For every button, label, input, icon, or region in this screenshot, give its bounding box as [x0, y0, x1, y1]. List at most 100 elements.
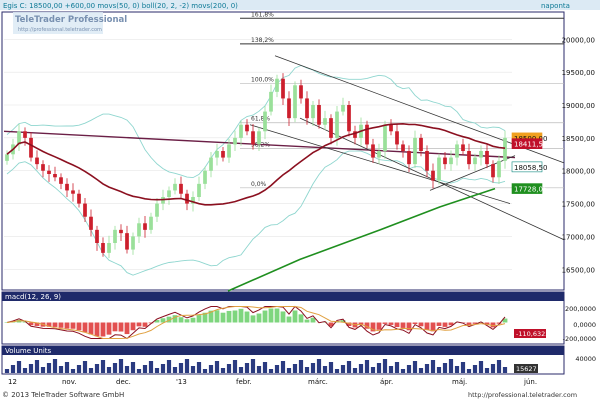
- volume-bar: [346, 361, 352, 373]
- macd-histogram-bar: [178, 317, 184, 323]
- volume-bar: [214, 361, 220, 373]
- fib-label: 61,8%: [251, 116, 270, 123]
- candle-body: [107, 243, 111, 253]
- macd-histogram-bar: [226, 310, 232, 323]
- candle-body: [89, 216, 93, 230]
- volume-bar: [430, 360, 436, 373]
- macd-histogram-bar: [232, 310, 238, 323]
- macd-histogram-bar: [106, 322, 112, 335]
- candle-body: [185, 193, 189, 204]
- candle-body: [461, 144, 465, 151]
- candle-body: [389, 124, 393, 132]
- candle-body: [479, 151, 483, 158]
- volume-bar: [16, 361, 22, 373]
- candle-body: [431, 170, 435, 181]
- macd-histogram-bar: [442, 322, 448, 327]
- volume-bar: [388, 366, 394, 373]
- macd-histogram-bar: [214, 310, 220, 323]
- volume-bar: [316, 359, 322, 373]
- volume-bar: [274, 365, 280, 373]
- candle-body: [491, 164, 495, 178]
- volume-bar: [436, 367, 442, 373]
- volume-bar: [22, 368, 28, 373]
- y-tick-label: 19500,00: [562, 69, 595, 77]
- volume-bar: [472, 365, 478, 373]
- candle-body: [347, 105, 351, 132]
- macd-histogram-bar: [196, 315, 202, 323]
- volume-bar: [310, 363, 316, 373]
- macd-histogram-bar: [418, 322, 424, 327]
- macd-histogram-bar: [220, 312, 226, 323]
- volume-bar: [130, 362, 136, 373]
- candle-body: [371, 144, 375, 158]
- candle-body: [467, 151, 471, 165]
- volume-bar: [256, 366, 262, 373]
- y-tick-label: 18500,00: [562, 135, 595, 143]
- watermark-brand: TeleTrader Professional: [15, 15, 127, 25]
- x-tick-label: jún.: [523, 378, 537, 386]
- candle-body: [275, 78, 279, 92]
- candle-body: [341, 105, 345, 112]
- macd-histogram-bar: [88, 322, 94, 335]
- macd-histogram-bar: [304, 319, 310, 323]
- macd-histogram-bar: [130, 322, 136, 331]
- candle-body: [365, 124, 369, 145]
- candle-body: [131, 236, 135, 250]
- macd-histogram-bar: [76, 322, 82, 331]
- volume-bar: [442, 363, 448, 373]
- candle-body: [485, 151, 489, 165]
- candle-body: [413, 137, 417, 165]
- volume-bar: [136, 369, 142, 373]
- macd-histogram-bar: [436, 322, 442, 326]
- candle-body: [179, 183, 183, 194]
- candle-body: [395, 131, 399, 145]
- candle-body: [35, 157, 39, 165]
- volume-bar: [238, 367, 244, 373]
- volume-bar: [94, 364, 100, 373]
- volume-bar: [76, 365, 82, 373]
- candle-body: [233, 137, 237, 145]
- candle-body: [293, 85, 297, 119]
- candle-body: [317, 105, 321, 125]
- macd-histogram-bar: [256, 313, 262, 323]
- candle-body: [263, 111, 267, 132]
- y-tick-label: 17000,00: [562, 233, 595, 241]
- candle-body: [83, 203, 87, 217]
- fib-label: 0,0%: [251, 181, 267, 188]
- volume-bar: [34, 360, 40, 373]
- volume-bar: [202, 369, 208, 373]
- candle-body: [173, 183, 177, 191]
- volume-tick-label: 40000: [575, 355, 596, 363]
- macd-histogram-bar: [142, 322, 148, 327]
- price-chart-canvas[interactable]: Egis C: 18500,00 +600,00 movs(50, 0) bol…: [0, 0, 600, 400]
- macd-histogram-bar: [184, 319, 190, 323]
- candle-body: [47, 170, 51, 174]
- candle-body: [503, 137, 507, 161]
- macd-histogram-bar: [400, 322, 406, 328]
- volume-bar: [418, 368, 424, 373]
- volume-bar: [286, 368, 292, 373]
- macd-histogram-bar: [94, 322, 100, 337]
- candle-body: [203, 170, 207, 184]
- volume-bar: [28, 364, 34, 373]
- macd-histogram-bar: [238, 308, 244, 323]
- volume-bar: [178, 363, 184, 373]
- volume-bar: [412, 361, 418, 373]
- candle-body: [251, 131, 255, 145]
- fib-label: 138,2%: [251, 37, 274, 44]
- macd-histogram-bar: [190, 317, 196, 323]
- candle-body: [257, 131, 261, 145]
- volume-bar: [292, 364, 298, 373]
- footer-copyright: © 2013 TeleTrader Software GmbH: [2, 391, 124, 399]
- fib-label: 100,0%: [251, 76, 274, 83]
- candle-body: [269, 91, 273, 112]
- volume-bar: [64, 362, 70, 373]
- volume-title-bar: [2, 346, 564, 355]
- candle-body: [119, 229, 123, 234]
- candle-body: [329, 118, 333, 138]
- volume-bar: [106, 367, 112, 373]
- volume-bar: [112, 363, 118, 373]
- volume-bar: [148, 361, 154, 373]
- price-label: 18058,50: [514, 164, 547, 172]
- x-tick-label: '13: [176, 378, 187, 386]
